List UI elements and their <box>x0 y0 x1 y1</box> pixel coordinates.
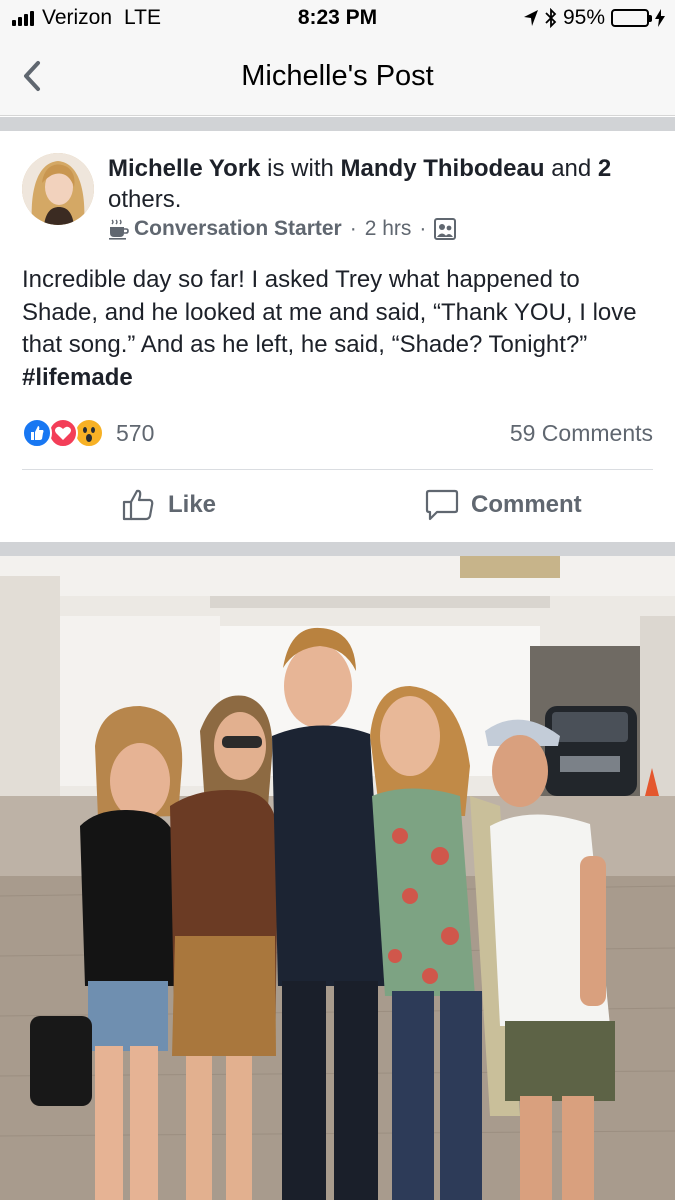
others-count[interactable]: 2 <box>598 155 611 182</box>
status-bar: Verizon LTE 8:23 PM 95% <box>0 0 675 40</box>
like-label: Like <box>168 491 217 518</box>
post-photo[interactable] <box>0 556 675 1200</box>
post-time[interactable]: 2 hrs <box>365 217 412 241</box>
activity-label[interactable]: Conversation Starter <box>134 217 342 241</box>
tagged-friend-name[interactable]: Mandy Thibodeau <box>341 155 545 182</box>
comment-button[interactable]: Comment <box>425 488 582 522</box>
others-text[interactable]: others <box>108 186 175 213</box>
comment-label: Comment <box>471 491 582 518</box>
page-title: Michelle's Post <box>241 60 434 92</box>
with-text: is with <box>260 155 341 182</box>
post-meta: Conversation Starter · 2 hrs · <box>108 217 457 241</box>
love-reaction-icon <box>48 418 78 448</box>
charging-bolt-icon <box>655 9 665 27</box>
post-actions: Like Comment <box>0 470 675 542</box>
like-reaction-icon <box>22 418 52 448</box>
location-arrow-icon <box>523 10 538 26</box>
thumbs-up-icon <box>122 489 154 521</box>
author-name[interactable]: Michelle York <box>108 155 261 182</box>
separator-band <box>0 117 675 131</box>
bluetooth-icon <box>545 8 557 28</box>
reactions-row: 570 59 Comments <box>22 416 653 456</box>
post-text: Incredible day so far! I asked Trey what… <box>22 264 657 394</box>
reaction-icons[interactable] <box>22 418 104 448</box>
and-text: and <box>544 155 598 182</box>
post-body-text: Incredible day so far! I asked Trey what… <box>22 266 637 358</box>
period: . <box>174 186 182 213</box>
avatar[interactable] <box>22 153 94 225</box>
like-button[interactable]: Like <box>122 488 216 522</box>
hashtag-link[interactable]: #lifemade <box>22 364 133 391</box>
post-header: Michelle York is with Mandy Thibodeau an… <box>0 131 675 241</box>
comment-bubble-icon <box>425 489 459 521</box>
reaction-count[interactable]: 570 <box>116 420 154 447</box>
coffee-cup-icon <box>109 219 129 240</box>
separator-band <box>0 542 675 556</box>
navigation-bar: Michelle's Post <box>0 40 675 116</box>
wow-reaction-icon <box>74 418 104 448</box>
friends-icon <box>434 218 457 240</box>
battery-icon <box>611 9 652 27</box>
battery-percent: 95% <box>562 6 605 29</box>
comments-count[interactable]: 59 Comments <box>510 420 653 447</box>
post-headline: Michelle York is with Mandy Thibodeau an… <box>108 153 658 215</box>
